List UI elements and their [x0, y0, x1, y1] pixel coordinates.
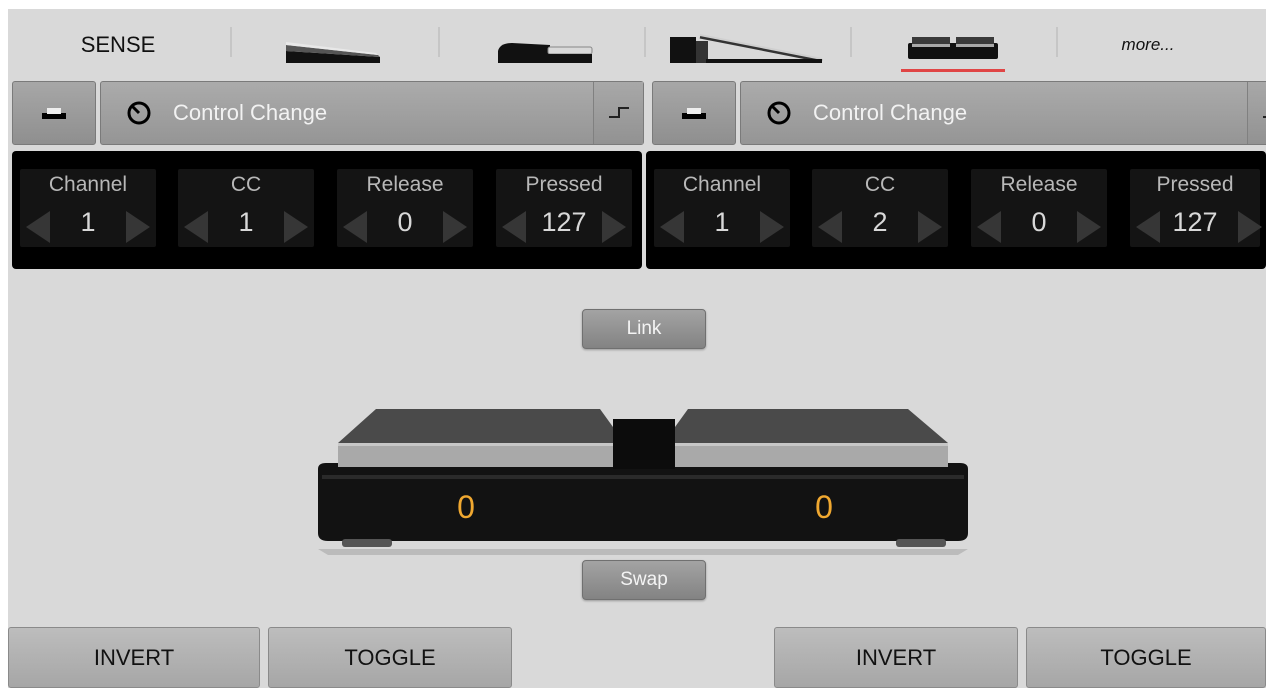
tab-sense[interactable]: SENSE [28, 9, 208, 81]
param-label: Channel [682, 173, 762, 196]
tab-piano-pedal[interactable] [666, 9, 826, 81]
left-message-selector: Control Change [8, 81, 644, 151]
knob-icon [759, 99, 799, 127]
tab-sustain-pedal[interactable] [480, 9, 610, 81]
momentary-switch-icon [682, 108, 706, 119]
param-label: Release [366, 173, 444, 196]
step-curve-icon [1262, 116, 1266, 118]
tab-expression-pedal[interactable] [270, 9, 400, 81]
increment-arrow-icon[interactable] [602, 211, 626, 243]
right-pressed-stepper: Pressed 127 [1130, 169, 1262, 247]
pedal-type-tabbar: SENSE more... [8, 9, 1266, 81]
param-label: Channel [48, 173, 128, 196]
right-release-stepper: Release 0 [971, 169, 1107, 247]
active-tab-indicator [901, 69, 1005, 72]
right-message-type-label: Control Change [813, 100, 968, 125]
left-param-panel: Channel 1 CC 1 Release 0 Pressed 127 [12, 151, 642, 269]
piano-pedal-icon [670, 34, 823, 63]
tab-divider [438, 27, 440, 57]
left-switch-mode-button[interactable] [12, 81, 96, 145]
left-toggle-button[interactable]: TOGGLE [268, 627, 512, 688]
param-label: CC [230, 173, 262, 196]
left-release-stepper: Release 0 [337, 169, 473, 247]
knob-icon [119, 99, 159, 127]
tab-divider [644, 27, 646, 57]
dual-pedal-graphic: 0 0 [308, 399, 978, 559]
increment-arrow-icon[interactable] [1238, 211, 1262, 243]
right-invert-button[interactable]: INVERT [774, 627, 1018, 688]
left-pressed-stepper: Pressed 127 [496, 169, 632, 247]
right-param-panel: Channel 1 CC 2 Release 0 Pressed 127 [646, 151, 1266, 269]
left-channel-stepper: Channel 1 [20, 169, 156, 247]
tab-divider [850, 27, 852, 57]
param-label: Release [1000, 173, 1078, 196]
link-button[interactable]: Link [582, 309, 706, 349]
left-message-type-dropdown[interactable]: Control Change [100, 81, 644, 145]
right-pedal-readout: 0 [815, 489, 833, 525]
right-channel-stepper: Channel 1 [654, 169, 790, 247]
left-curve-button[interactable] [593, 82, 643, 144]
sustain-pedal-icon [498, 43, 593, 63]
left-message-type-label: Control Change [173, 100, 328, 125]
right-toggle-button[interactable]: TOGGLE [1026, 627, 1266, 688]
dual-footswitch-icon [908, 37, 998, 59]
right-curve-button[interactable] [1247, 82, 1266, 144]
right-message-selector: Control Change [648, 81, 1266, 151]
left-cc-stepper: CC 1 [178, 169, 314, 247]
increment-arrow-icon[interactable] [918, 211, 942, 243]
app-window: SENSE more... Control Change Control Cha… [8, 9, 1266, 688]
tab-divider [230, 27, 232, 57]
param-label: CC [864, 173, 896, 196]
swap-button[interactable]: Swap [582, 560, 706, 600]
right-message-type-dropdown[interactable]: Control Change [740, 81, 1266, 145]
tab-more[interactable]: more... [1068, 9, 1228, 81]
increment-arrow-icon[interactable] [1077, 211, 1101, 243]
increment-arrow-icon[interactable] [126, 211, 150, 243]
momentary-switch-icon [42, 108, 66, 119]
increment-arrow-icon[interactable] [760, 211, 784, 243]
bottom-toolbar: INVERT TOGGLE INVERT TOGGLE [8, 627, 1266, 688]
right-cc-stepper: CC 2 [812, 169, 948, 247]
expression-pedal-icon [286, 42, 380, 63]
increment-arrow-icon[interactable] [284, 211, 308, 243]
step-curve-icon [608, 107, 629, 118]
right-switch-mode-button[interactable] [652, 81, 736, 145]
param-label: Pressed [1156, 173, 1234, 196]
param-label: Pressed [525, 173, 603, 196]
increment-arrow-icon[interactable] [443, 211, 467, 243]
left-invert-button[interactable]: INVERT [8, 627, 260, 688]
left-pedal-readout: 0 [457, 489, 475, 525]
dual-footswitch-illustration [318, 409, 968, 555]
tab-divider [1056, 27, 1058, 57]
